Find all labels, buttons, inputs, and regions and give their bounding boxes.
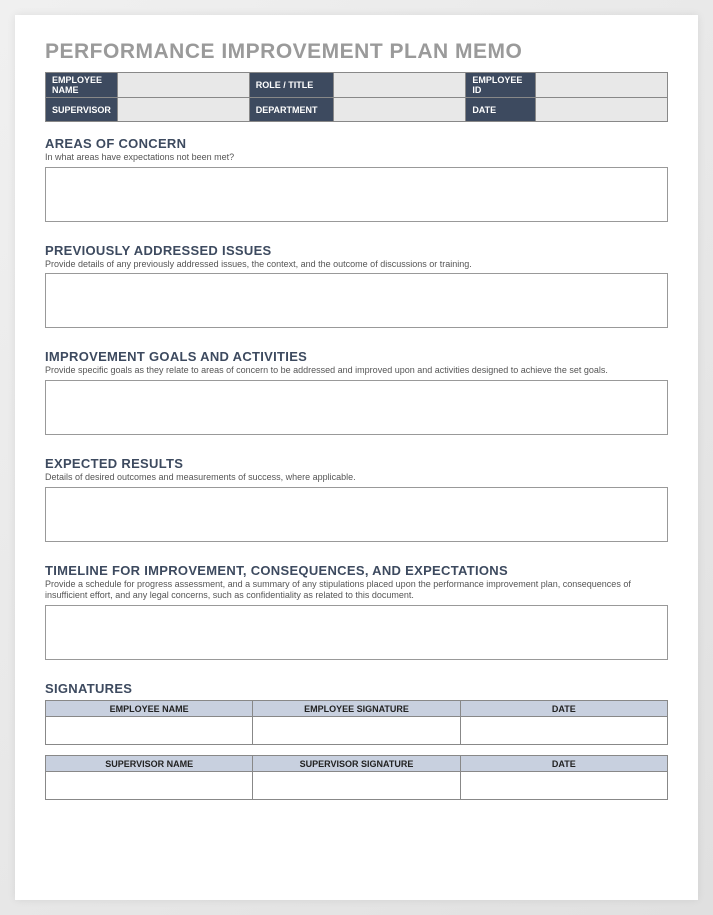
label-role: ROLE / TITLE [249, 73, 334, 98]
textarea-goals[interactable] [45, 380, 668, 435]
input-supervisor[interactable] [117, 98, 249, 122]
heading-previous: PREVIOUSLY ADDRESSED ISSUES [45, 243, 668, 258]
cell-supervisor-name[interactable] [46, 772, 253, 800]
heading-results: EXPECTED RESULTS [45, 456, 668, 471]
heading-areas: AREAS OF CONCERN [45, 136, 668, 151]
cell-supervisor-signature[interactable] [253, 772, 460, 800]
signature-table-employee: EMPLOYEE NAME EMPLOYEE SIGNATURE DATE [45, 700, 668, 745]
hint-goals: Provide specific goals as they relate to… [45, 365, 668, 377]
textarea-previous[interactable] [45, 273, 668, 328]
label-date: DATE [466, 98, 536, 122]
label-department: DEPARTMENT [249, 98, 334, 122]
col-employee-name: EMPLOYEE NAME [46, 701, 253, 717]
page-title: PERFORMANCE IMPROVEMENT PLAN MEMO [45, 40, 668, 64]
label-supervisor: SUPERVISOR [46, 98, 118, 122]
textarea-timeline[interactable] [45, 605, 668, 660]
hint-results: Details of desired outcomes and measurem… [45, 472, 668, 484]
label-employee-id: EMPLOYEE ID [466, 73, 536, 98]
info-row-1: EMPLOYEE NAME ROLE / TITLE EMPLOYEE ID [46, 73, 668, 98]
input-department[interactable] [334, 98, 466, 122]
textarea-areas[interactable] [45, 167, 668, 222]
col-supervisor-date: DATE [460, 756, 667, 772]
col-supervisor-name: SUPERVISOR NAME [46, 756, 253, 772]
cell-employee-signature[interactable] [253, 717, 460, 745]
col-employee-signature: EMPLOYEE SIGNATURE [253, 701, 460, 717]
textarea-results[interactable] [45, 487, 668, 542]
hint-previous: Provide details of any previously addres… [45, 259, 668, 271]
input-employee-id[interactable] [536, 73, 668, 98]
heading-timeline: TIMELINE FOR IMPROVEMENT, CONSEQUENCES, … [45, 563, 668, 578]
cell-employee-date[interactable] [460, 717, 667, 745]
cell-employee-name[interactable] [46, 717, 253, 745]
label-employee-name: EMPLOYEE NAME [46, 73, 118, 98]
input-date[interactable] [536, 98, 668, 122]
info-row-2: SUPERVISOR DEPARTMENT DATE [46, 98, 668, 122]
col-supervisor-signature: SUPERVISOR SIGNATURE [253, 756, 460, 772]
info-table: EMPLOYEE NAME ROLE / TITLE EMPLOYEE ID S… [45, 72, 668, 122]
input-role[interactable] [334, 73, 466, 98]
input-employee-name[interactable] [117, 73, 249, 98]
heading-goals: IMPROVEMENT GOALS AND ACTIVITIES [45, 349, 668, 364]
signature-table-supervisor: SUPERVISOR NAME SUPERVISOR SIGNATURE DAT… [45, 755, 668, 800]
hint-areas: In what areas have expectations not been… [45, 152, 668, 164]
heading-signatures: SIGNATURES [45, 681, 668, 696]
signature-row-employee [46, 717, 668, 745]
document-page: PERFORMANCE IMPROVEMENT PLAN MEMO EMPLOY… [15, 15, 698, 900]
col-employee-date: DATE [460, 701, 667, 717]
signature-row-supervisor [46, 772, 668, 800]
hint-timeline: Provide a schedule for progress assessme… [45, 579, 668, 602]
cell-supervisor-date[interactable] [460, 772, 667, 800]
